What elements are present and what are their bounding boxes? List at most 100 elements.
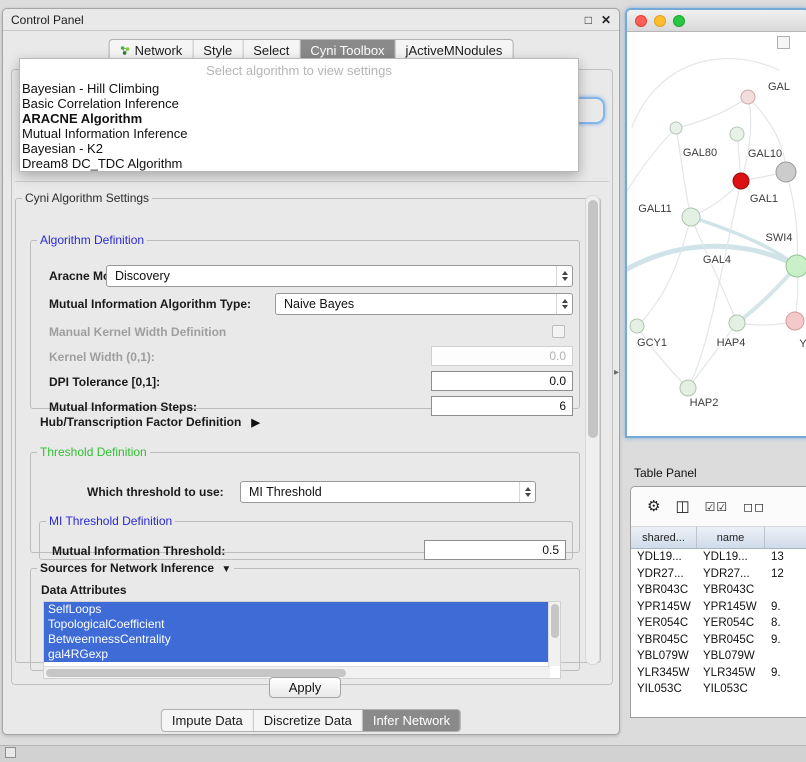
attribute-item[interactable]: TopologicalCoefficient [44, 617, 550, 632]
algorithm-option[interactable]: ARACNE Algorithm [20, 111, 578, 126]
table-row[interactable]: YBL079WYBL079W [631, 648, 806, 665]
network-graph[interactable]: GALGAL80GAL10GAL11GAL1SWI4GAL4GCY1HAP4HA… [627, 32, 806, 438]
network-edge [637, 217, 691, 326]
table-row[interactable]: YLR345WYLR345W9. [631, 665, 806, 682]
algorithm-option[interactable]: Bayesian - Hill Climbing [20, 81, 578, 96]
table-row[interactable]: YBR045CYBR045C9. [631, 632, 806, 649]
network-canvas[interactable]: GALGAL80GAL10GAL11GAL1SWI4GAL4GCY1HAP4HA… [627, 32, 806, 436]
network-node[interactable] [682, 208, 700, 226]
apply-button[interactable]: Apply [269, 677, 341, 698]
network-node[interactable] [729, 315, 745, 331]
table-row[interactable]: YBR043CYBR043C [631, 582, 806, 599]
mi-algorithm-type-label: Mutual Information Algorithm Type: [49, 297, 251, 311]
algorithm-dropdown-list: Bayesian - Hill ClimbingBasic Correlatio… [20, 81, 578, 171]
algorithm-option[interactable]: Dream8 DC_TDC Algorithm [20, 156, 578, 171]
deselect-all-icon[interactable]: ◻◻ [743, 501, 765, 513]
which-threshold-value: MI Threshold [249, 485, 322, 499]
table-cell [765, 582, 806, 599]
hub-definition-label: Hub/Transcription Factor Definition [40, 415, 241, 429]
network-node[interactable] [786, 255, 806, 277]
network-node[interactable] [680, 380, 696, 396]
minimize-traffic-light-icon[interactable] [654, 15, 666, 27]
node-label: GAL [768, 81, 790, 93]
bottom-tab-bar: Impute DataDiscretize DataInfer Network [161, 709, 461, 732]
tab-discretize-data[interactable]: Discretize Data [254, 710, 363, 731]
algorithm-option[interactable]: Mutual Information Inference [20, 126, 578, 141]
attribute-item[interactable]: SelfLoops [44, 602, 550, 617]
network-node[interactable] [730, 127, 744, 141]
hub-definition-section[interactable]: Hub/Transcription Factor Definition ▶ [40, 415, 260, 429]
aracne-mode-select[interactable]: Discovery [106, 265, 573, 287]
network-view-window: GALGAL80GAL10GAL11GAL1SWI4GAL4GCY1HAP4HA… [625, 8, 806, 438]
data-attributes-list[interactable]: SelfLoopsTopologicalCoefficientBetweenne… [43, 601, 561, 679]
manual-kernel-width-label: Manual Kernel Width Definition [49, 325, 226, 339]
tab-label: Network [135, 43, 183, 58]
node-label: GAL10 [748, 148, 782, 160]
table-row[interactable]: YDL19...YDL19...13 [631, 549, 806, 566]
table-cell: YER054C [631, 615, 697, 632]
table-cell: YDR27... [631, 566, 697, 583]
select-all-icon[interactable]: ☑☑ [705, 501, 729, 513]
float-window-icon[interactable]: □ [585, 13, 592, 27]
zoom-traffic-light-icon[interactable] [673, 15, 685, 27]
mi-threshold-definition-group: MI Threshold Definition Mutual Informati… [39, 514, 573, 560]
table-cell: YBR043C [697, 582, 765, 599]
network-node[interactable] [670, 122, 682, 134]
table-row[interactable]: YDR27...YDR27...12 [631, 566, 806, 583]
network-edge [627, 128, 676, 200]
settings-scrollbar[interactable] [585, 195, 600, 665]
threshold-definition-title: Threshold Definition [40, 445, 147, 459]
node-label: GAL1 [750, 193, 778, 205]
splitter-handle[interactable]: ▸ [614, 367, 619, 378]
scroll-up-button[interactable] [777, 36, 790, 49]
network-node[interactable] [733, 173, 749, 189]
mi-algorithm-type-value: Naive Bayes [284, 297, 354, 311]
node-label: GCY1 [637, 337, 667, 349]
table-row[interactable]: YPR145WYPR145W9. [631, 599, 806, 616]
column-header[interactable]: name [697, 527, 765, 548]
close-traffic-light-icon[interactable] [635, 15, 647, 27]
mi-algorithm-type-select[interactable]: Naive Bayes [275, 293, 573, 315]
manual-kernel-width-checkbox[interactable] [552, 325, 565, 338]
which-threshold-select[interactable]: MI Threshold [240, 481, 536, 503]
attribute-item[interactable]: BetweennessCentrality [44, 632, 550, 647]
attribute-item[interactable]: gal4RGexp [44, 647, 550, 662]
network-node[interactable] [786, 312, 804, 330]
columns-icon[interactable]: ◫ [675, 499, 689, 514]
dock-panel-icon[interactable] [5, 747, 16, 758]
expand-down-icon[interactable]: ▼ [221, 564, 231, 575]
table-cell: YPR145W [697, 599, 765, 616]
attributes-vertical-scrollbar[interactable] [548, 602, 560, 666]
tab-impute-data[interactable]: Impute Data [162, 710, 254, 731]
kernel-width-label: Kernel Width (0,1): [49, 350, 155, 364]
table-row[interactable]: YER054CYER054C8. [631, 615, 806, 632]
algorithm-option[interactable]: Basic Correlation Inference [20, 96, 578, 111]
table-cell: 12 [765, 566, 806, 583]
table-cell [765, 681, 806, 698]
network-node[interactable] [776, 162, 796, 182]
network-node[interactable] [630, 319, 644, 333]
table-panel-title: Table Panel [634, 466, 697, 480]
data-attributes-label: Data Attributes [41, 583, 127, 597]
gear-icon[interactable]: ⚙ [647, 499, 660, 514]
mi-threshold-field[interactable]: 0.5 [424, 540, 566, 560]
network-node[interactable] [741, 90, 755, 104]
close-icon[interactable]: ✕ [601, 13, 611, 27]
aracne-mode-value: Discovery [115, 269, 170, 283]
network-window-titlebar[interactable] [627, 10, 806, 32]
network-edge [688, 323, 737, 388]
window-title: Control Panel [11, 13, 585, 27]
network-edge [676, 128, 691, 217]
table-row[interactable]: YIL053CYIL053C [631, 681, 806, 698]
mi-steps-field[interactable]: 6 [431, 396, 573, 416]
dpi-tolerance-field[interactable]: 0.0 [431, 371, 573, 391]
kernel-width-field[interactable]: 0.0 [431, 346, 573, 366]
tab-infer-network[interactable]: Infer Network [363, 710, 460, 731]
expand-right-icon[interactable]: ▶ [251, 416, 259, 429]
control-panel-titlebar[interactable]: Control Panel □ ✕ [3, 9, 619, 31]
column-header[interactable]: shared... [631, 527, 697, 548]
settings-group-title: Cyni Algorithm Settings [25, 191, 149, 205]
table-body: YDL19...YDL19...13YDR27...YDR27...12YBR0… [631, 549, 806, 698]
column-header[interactable] [765, 527, 806, 548]
algorithm-option[interactable]: Bayesian - K2 [20, 141, 578, 156]
